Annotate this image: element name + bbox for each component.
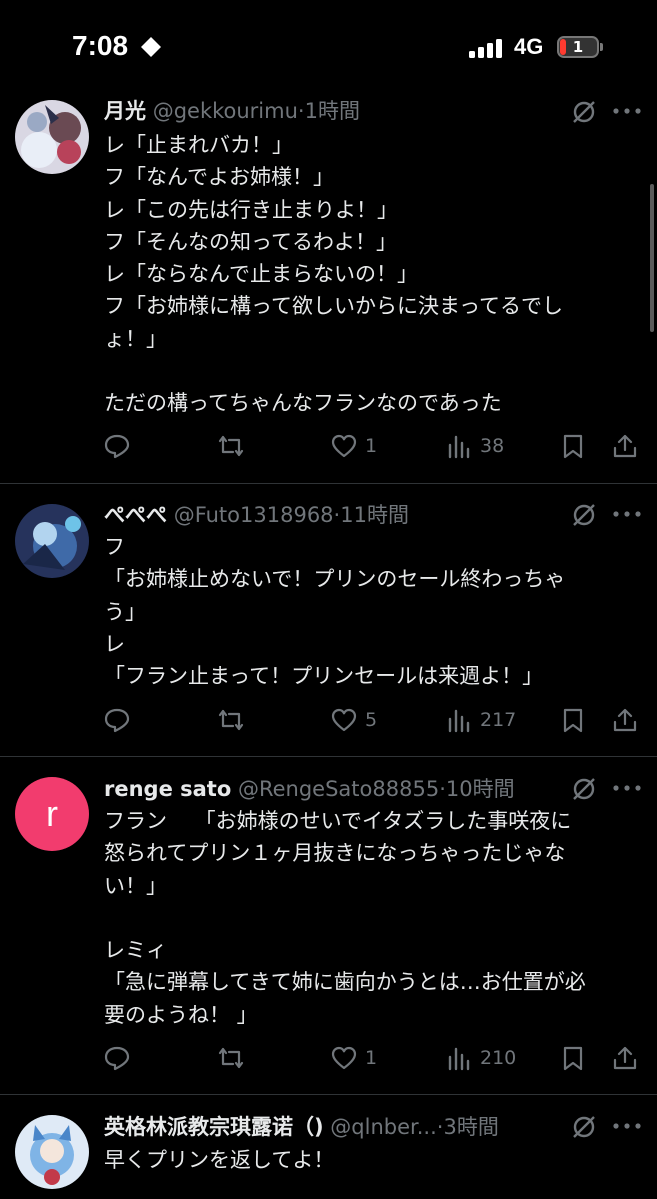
- repost-icon: [218, 1047, 244, 1069]
- share-button[interactable]: [612, 429, 638, 463]
- battery-level: 1: [572, 38, 584, 56]
- like-count: 1: [365, 435, 378, 457]
- like-count: 5: [365, 709, 378, 731]
- author-handle[interactable]: @Futo1318968: [174, 503, 334, 527]
- repost-icon: [218, 435, 244, 457]
- grok-icon[interactable]: [570, 775, 598, 803]
- post-time[interactable]: 11時間: [340, 503, 409, 527]
- action-bar: 5 217: [0, 703, 657, 737]
- avatar[interactable]: [15, 100, 89, 174]
- reply-icon: [104, 708, 130, 733]
- bookmark-button[interactable]: [560, 429, 586, 463]
- view-count: 217: [480, 709, 517, 731]
- bookmark-button[interactable]: [560, 1041, 586, 1075]
- reply-icon: [104, 434, 130, 459]
- like-button[interactable]: 5: [331, 703, 377, 737]
- separator-dot: ·: [297, 99, 305, 123]
- status-bar: 7:08 4G 1: [0, 0, 657, 96]
- repost-button[interactable]: [218, 1041, 244, 1075]
- more-icon[interactable]: [612, 106, 642, 116]
- like-icon: [331, 434, 357, 458]
- repost-button[interactable]: [218, 429, 244, 463]
- views-icon: [448, 435, 470, 459]
- like-count: 1: [365, 1047, 378, 1069]
- scrollbar[interactable]: [650, 184, 654, 332]
- reply-button[interactable]: [104, 429, 130, 463]
- view-count: 210: [480, 1047, 517, 1069]
- grok-icon[interactable]: [570, 98, 598, 126]
- share-icon: [613, 434, 637, 458]
- bookmark-button[interactable]: [560, 703, 586, 737]
- like-button[interactable]: 1: [331, 1041, 377, 1075]
- divider: [0, 756, 657, 757]
- action-bar: 1 210: [0, 1041, 657, 1075]
- separator-dot: ·: [439, 777, 446, 801]
- avatar-letter: r: [46, 793, 58, 834]
- avatar[interactable]: [15, 1115, 89, 1189]
- status-time: 7:08: [72, 30, 129, 61]
- views-icon: [448, 1047, 470, 1071]
- reply-button[interactable]: [104, 1041, 130, 1075]
- location-icon: [141, 37, 161, 57]
- views-button[interactable]: 38: [446, 429, 504, 463]
- post-text: レ「止まれバカ！」 フ「なんでよお姉様！」 レ「この先は行き止まりよ！」 フ「そ…: [104, 133, 564, 416]
- network-type: 4G: [514, 34, 544, 59]
- signal-icon: [469, 39, 502, 58]
- author-name[interactable]: ぺぺぺ: [104, 503, 167, 527]
- author-handle[interactable]: @gekkourimu: [153, 99, 298, 123]
- more-icon[interactable]: [612, 783, 642, 793]
- share-icon: [613, 708, 637, 732]
- battery-icon: 1: [557, 36, 599, 58]
- like-button[interactable]: 1: [331, 429, 377, 463]
- post-time[interactable]: 3時間: [443, 1115, 498, 1139]
- divider: [0, 1094, 657, 1095]
- bookmark-icon: [563, 1046, 583, 1071]
- views-button[interactable]: 210: [446, 1041, 516, 1075]
- reply-icon: [104, 1046, 130, 1071]
- view-count: 38: [480, 435, 505, 457]
- share-icon: [613, 1046, 637, 1070]
- repost-icon: [218, 709, 244, 731]
- grok-icon[interactable]: [570, 501, 598, 529]
- repost-button[interactable]: [218, 703, 244, 737]
- post-text: フラン 「お姉様のせいでイタズラした事咲夜に 怒られてプリン１ヶ月抜きになっちゃ…: [104, 809, 586, 1027]
- views-icon: [448, 709, 470, 733]
- author-name[interactable]: 月光: [104, 99, 146, 123]
- author-handle[interactable]: @RengeSato88855: [238, 777, 439, 801]
- divider: [0, 483, 657, 484]
- author-name[interactable]: 英格林派教宗琪露诺（): [104, 1115, 324, 1139]
- post-text: 早くプリンを返してよ！: [104, 1148, 335, 1172]
- avatar[interactable]: r: [15, 777, 89, 851]
- like-icon: [331, 708, 357, 732]
- like-icon: [331, 1046, 357, 1070]
- post-text: フ 「お姉様止めないで！プリンのセール終わっちゃ う」 レ 「フラン止まって！プ…: [104, 535, 566, 689]
- more-icon[interactable]: [612, 509, 642, 519]
- grok-icon[interactable]: [570, 1113, 598, 1141]
- share-button[interactable]: [612, 703, 638, 737]
- post-time[interactable]: 10時間: [446, 777, 515, 801]
- avatar[interactable]: [15, 504, 89, 578]
- reply-button[interactable]: [104, 703, 130, 737]
- post-time[interactable]: 1時間: [305, 99, 360, 123]
- author-name[interactable]: renge sato: [104, 777, 231, 801]
- action-bar: 1 38: [0, 429, 657, 463]
- more-icon[interactable]: [612, 1121, 642, 1131]
- views-button[interactable]: 217: [446, 703, 516, 737]
- bookmark-icon: [563, 708, 583, 733]
- share-button[interactable]: [612, 1041, 638, 1075]
- author-handle[interactable]: @qlnber...: [330, 1115, 436, 1139]
- bookmark-icon: [563, 434, 583, 459]
